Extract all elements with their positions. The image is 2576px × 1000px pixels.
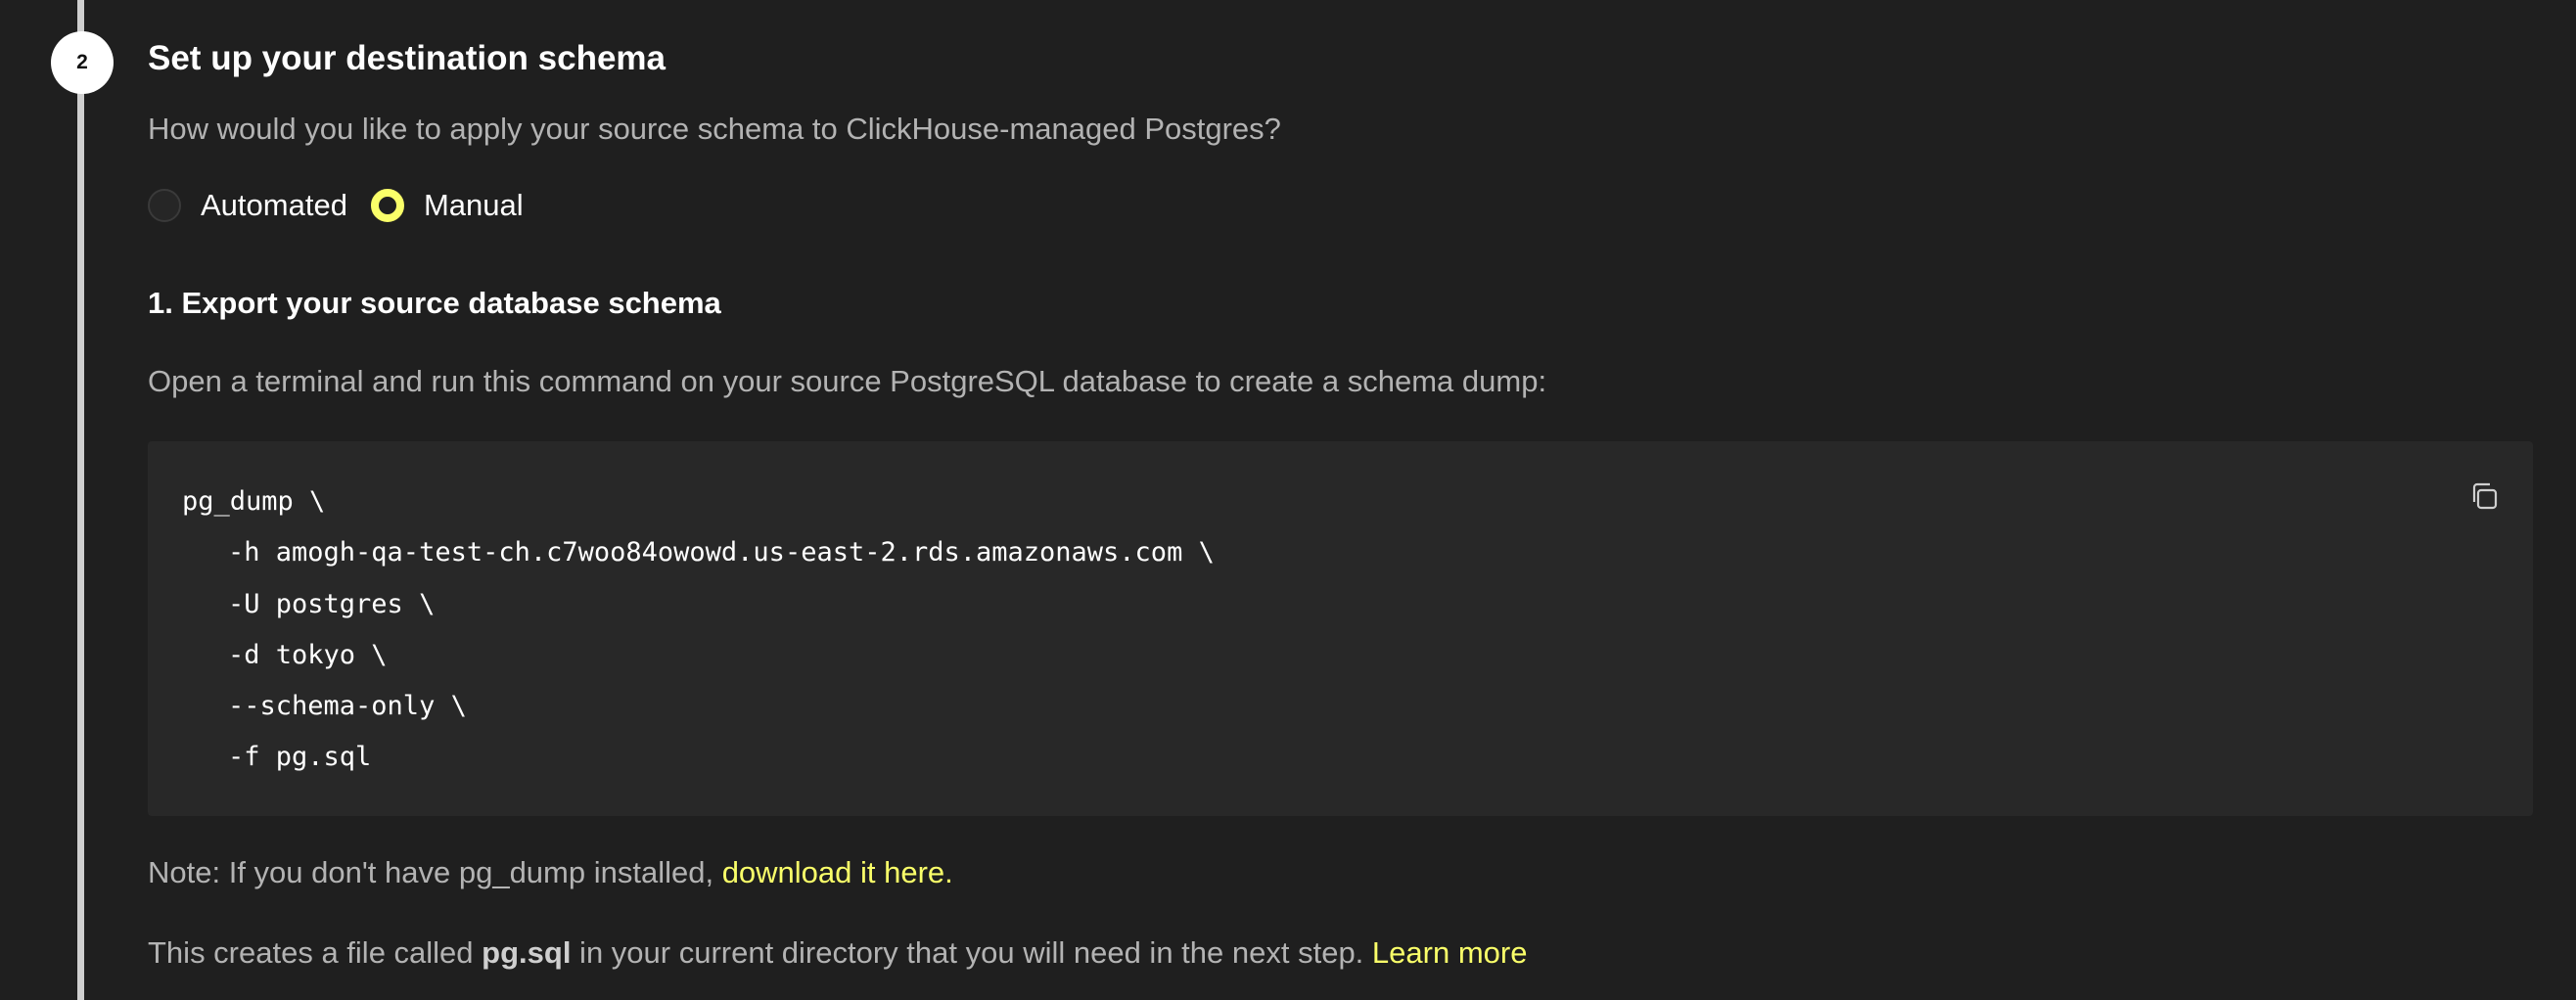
step-number-badge: 2 — [51, 31, 114, 94]
radio-automated-label[interactable]: Automated — [201, 188, 347, 223]
radio-automated-circle[interactable] — [148, 189, 181, 222]
radio-manual-circle[interactable] — [370, 189, 404, 222]
code-line: --schema-only \ — [228, 691, 467, 722]
page: 2 Set up your destination schema How wou… — [0, 0, 2576, 1000]
code-lines: pg_dump \ -h amogh-qa-test-ch.c7woo84owo… — [182, 477, 1215, 784]
download-link[interactable]: download it here. — [722, 855, 953, 889]
radio-option-manual[interactable]: Manual — [370, 188, 524, 223]
step-title: Set up your destination schema — [148, 39, 666, 77]
copy-button[interactable] — [2464, 477, 2504, 516]
file-note-prefix: This creates a file called — [148, 935, 483, 970]
schema-question: How would you like to apply your source … — [148, 112, 1281, 146]
note-text: Note: If you don't have pg_dump installe… — [148, 855, 722, 889]
file-note: This creates a file called pg.sql in you… — [148, 935, 1527, 971]
code-line: -f pg.sql — [228, 742, 372, 773]
code-line: -U postgres \ — [228, 588, 436, 619]
code-line: pg_dump \ — [182, 486, 326, 517]
export-instruction: Open a terminal and run this command on … — [148, 364, 1547, 398]
code-block: pg_dump \ -h amogh-qa-test-ch.c7woo84owo… — [148, 441, 2533, 816]
code-line: -d tokyo \ — [228, 639, 388, 670]
timeline-line — [77, 0, 84, 1000]
file-note-suffix: in your current directory that you will … — [571, 935, 1372, 970]
copy-icon[interactable] — [2468, 480, 2500, 512]
schema-mode-radio-group: Automated Manual — [148, 184, 547, 227]
radio-manual-label[interactable]: Manual — [424, 188, 524, 223]
file-name: pg.sql — [482, 935, 572, 970]
pg-dump-note: Note: If you don't have pg_dump installe… — [148, 855, 953, 890]
code-line: -h amogh-qa-test-ch.c7woo84owowd.us-east… — [228, 537, 1215, 568]
export-schema-heading: 1. Export your source database schema — [148, 286, 721, 320]
learn-more-link[interactable]: Learn more — [1372, 935, 1528, 970]
radio-option-automated[interactable]: Automated — [148, 188, 347, 223]
